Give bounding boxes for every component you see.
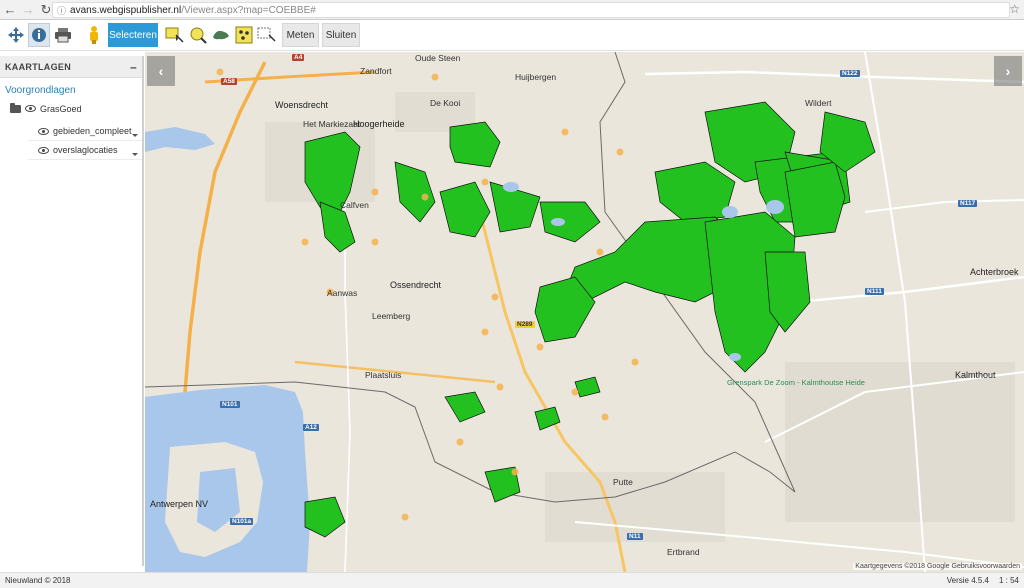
map-label: Hoogerheide [353, 119, 405, 129]
road-shield: N117 [958, 200, 978, 207]
map-label: Achterbroek [970, 267, 1019, 277]
road-n111 [794, 275, 1024, 304]
map-label: Plaatsluis [365, 370, 402, 380]
road-n122 [644, 70, 1024, 84]
scale-text: 1 : 54 [998, 576, 1019, 585]
caret-down-icon[interactable] [132, 153, 138, 156]
select-polygon-icon[interactable] [210, 23, 232, 47]
map-label: Zandfort [360, 66, 392, 76]
map-graphics [145, 52, 1024, 572]
road-shield: N11 [627, 533, 643, 540]
map-label: Calfven [340, 200, 369, 210]
road-shield: N111 [865, 288, 884, 295]
url-path: /Viewer.aspx?map=COEBBE# [181, 4, 316, 16]
lake [722, 206, 738, 218]
layer-item-overslaglocaties[interactable]: overslaglocaties [28, 141, 142, 160]
map-label: Putte [613, 477, 633, 487]
lake [766, 200, 784, 214]
info-tool-icon[interactable] [28, 23, 50, 47]
lake [551, 218, 565, 226]
print-icon[interactable] [52, 23, 74, 47]
forward-icon[interactable]: → [20, 2, 36, 18]
map-label: Aanwas [327, 288, 358, 298]
urban-area [545, 472, 725, 542]
caret-down-icon[interactable] [132, 134, 138, 137]
eye-icon[interactable] [38, 127, 49, 135]
map-attribution[interactable]: Kaartgegevens ©2018 Google Gebruiksvoorw… [853, 563, 1022, 570]
road-shield: N101 [220, 401, 240, 408]
collapse-button[interactable]: – [130, 60, 137, 74]
layer-label: gebieden_compleet [53, 126, 132, 136]
pan-icon[interactable] [5, 23, 27, 47]
map-pan-left-button[interactable]: ‹ [147, 56, 175, 86]
layer-group-label: GrasGoed [40, 103, 82, 114]
select-button[interactable]: Selecteren [108, 23, 158, 47]
streetview-icon[interactable] [83, 23, 105, 47]
copyright-text: Nieuwland © 2018 [5, 576, 71, 585]
map-pan-right-button[interactable]: › [994, 56, 1022, 86]
map-label: Ertbrand [667, 547, 700, 557]
layer-label: overslaglocaties [53, 145, 118, 155]
road-shield: N122 [840, 70, 860, 77]
info-icon: ⓘ [57, 5, 67, 16]
version-text: Versie 4.5.4 [946, 576, 989, 585]
folder-icon [10, 102, 21, 113]
lake [503, 182, 519, 192]
measure-button[interactable]: Meten [282, 23, 319, 47]
map-label: Woensdrecht [275, 100, 328, 110]
toolbar: Selecteren Meten Sluiten [0, 20, 1024, 51]
map-label: Grenspark De Zoom - Kalmthoutse Heide [727, 378, 865, 387]
browser-bar: ← → ↻ ⓘ avans.webgispublisher.nl/Viewer.… [0, 0, 1024, 20]
url-host: avans.webgispublisher.nl [70, 4, 182, 16]
layers-sidebar: KAARTLAGEN – Voorgrondlagen GrasGoed geb… [0, 56, 144, 566]
map-label: Antwerpen NV [150, 499, 209, 509]
map-label: Het Markiezaat [303, 119, 361, 129]
road-shield: A58 [221, 78, 237, 85]
layer-item-gebieden[interactable]: gebieden_compleet [28, 122, 142, 141]
road-n11 [574, 521, 1024, 568]
map-canvas[interactable]: Zandfort Oude Steen Huijbergen Woensdrec… [145, 52, 1024, 572]
bookmark-star-icon[interactable]: ☆ [1009, 2, 1020, 16]
map-label: Wildert [805, 98, 832, 108]
select-radius-icon[interactable] [187, 23, 209, 47]
select-rectangle-icon[interactable] [164, 23, 186, 47]
clear-selection-icon[interactable] [256, 23, 278, 47]
road-shield: A12 [303, 424, 319, 431]
road-shield: A4 [292, 54, 305, 61]
map-label: Kalmthout [955, 370, 996, 380]
water-channel [145, 127, 215, 152]
lake [729, 353, 741, 361]
layers-title: KAARTLAGEN [5, 61, 71, 72]
road-shield: N101a [230, 518, 254, 525]
close-button[interactable]: Sluiten [322, 23, 360, 47]
eye-icon[interactable] [38, 146, 49, 154]
address-bar[interactable]: ⓘ avans.webgispublisher.nl/Viewer.aspx?m… [52, 2, 1010, 18]
layer-group-grasgoed[interactable]: GrasGoed [0, 99, 142, 118]
map-label: Leemberg [372, 311, 411, 321]
back-icon[interactable]: ← [2, 2, 18, 18]
foreground-layers-label: Voorgrondlagen [5, 85, 76, 96]
map-label: Huijbergen [515, 72, 557, 82]
map-label: De Kooi [430, 98, 461, 108]
road-a4 [183, 61, 267, 393]
eye-icon[interactable] [25, 105, 36, 112]
map-label: Oude Steen [415, 53, 461, 63]
road-shield: N289 [515, 321, 535, 328]
layers-header: KAARTLAGEN – [0, 56, 142, 78]
map-label: Ossendrecht [390, 280, 442, 290]
select-points-icon[interactable] [233, 23, 255, 47]
status-bar: Nieuwland © 2018 Versie 4.5.4 1 : 54 [0, 572, 1024, 588]
